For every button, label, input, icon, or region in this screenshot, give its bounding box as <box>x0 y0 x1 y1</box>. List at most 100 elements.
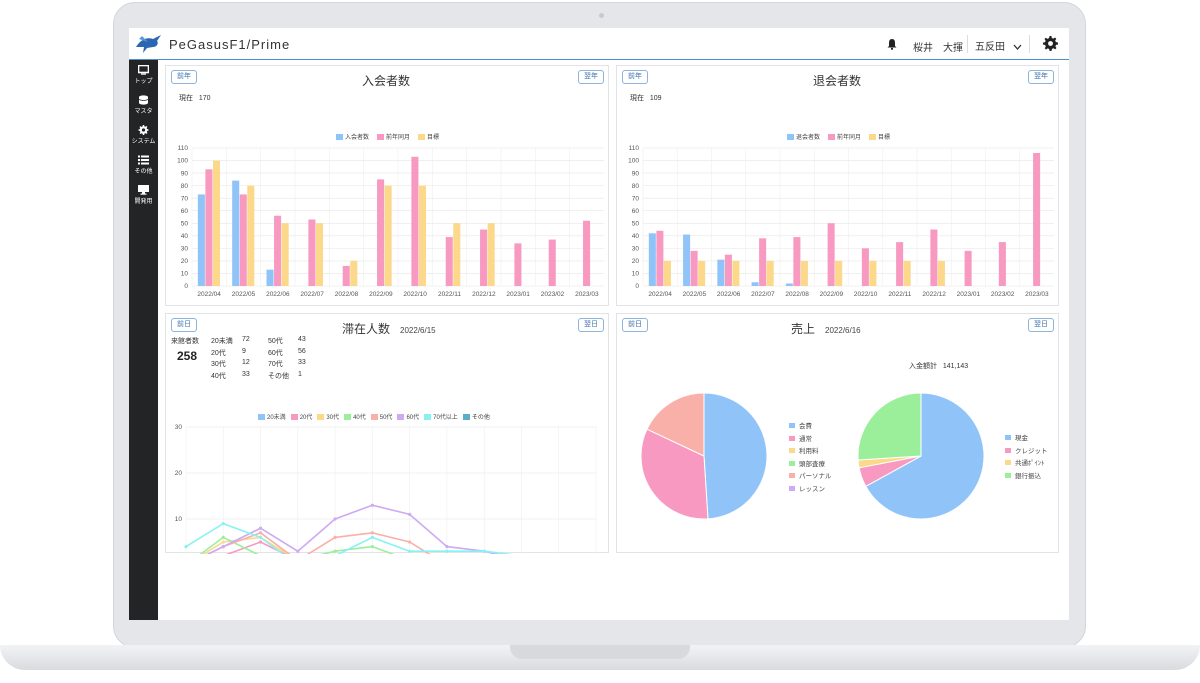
stay-panel: 前日 翌日 滞在人数 2022/6/15 来館者数 258 20未満 72 50代 43… <box>165 313 609 554</box>
store-select-value: 五反田 <box>975 42 1005 53</box>
data-point <box>258 540 263 544</box>
bar <box>583 220 591 286</box>
y-tick-label: 90 <box>181 170 189 177</box>
bar <box>197 194 205 286</box>
y-tick-label: 110 <box>178 145 189 152</box>
app-title: PeGasusF1/Prime <box>169 37 291 52</box>
legend-item[interactable]: 銀行振込 <box>1005 470 1048 483</box>
bar <box>827 223 835 286</box>
x-tick-label: 2023/01 <box>506 291 530 298</box>
y-tick-label: 20 <box>181 258 189 265</box>
x-tick-label: 2022/06 <box>717 291 741 298</box>
bar <box>930 229 938 286</box>
sales-panel: 前日 翌日 売上 2022/6/16 入金額計 141,143 会費 通常 利用料 頭部… <box>616 313 1059 553</box>
data-point <box>370 503 374 507</box>
x-tick-label: 2022/12 <box>472 291 496 298</box>
bar <box>205 169 213 286</box>
y-tick-label: 0 <box>184 283 188 290</box>
bar <box>861 248 869 286</box>
y-tick-label: 110 <box>629 145 640 152</box>
legend-item[interactable]: 通常 <box>789 433 832 446</box>
data-point <box>333 517 337 521</box>
bar <box>487 223 495 286</box>
sidebar-item-top[interactable]: トップ <box>129 63 158 91</box>
plot-area: 0 10 20 30 40 50 60 70 80 90 100 110 2022/04 2022/05 2… <box>628 145 1054 298</box>
sidebar-item-other[interactable]: その他 <box>129 153 158 181</box>
header-divider <box>967 35 968 53</box>
bar <box>411 156 419 286</box>
stay-line-chart: 01020309時10時11時12時13時14時15時16時17時18時19時2… <box>175 424 597 554</box>
legend-label: 共通ﾎﾟｲﾝﾄ <box>1015 460 1045 467</box>
header: PeGasusF1/Prime 桜井 大揮 五反田 <box>129 28 1069 60</box>
legend-item[interactable]: レッスン <box>789 483 832 496</box>
desktop-icon <box>138 185 149 195</box>
pie-slice <box>857 392 922 461</box>
store-select[interactable]: 五反田 <box>975 38 1022 53</box>
legend-item[interactable]: 現金 <box>1005 432 1048 445</box>
bar <box>937 260 945 286</box>
sidebar-item-label: 開発用 <box>134 199 153 205</box>
sidebar-item-master[interactable]: マスタ <box>129 93 158 121</box>
join-bar-chart: 0 10 20 30 40 50 60 70 80 90 100 110 2022/04 2022/05 2… <box>177 145 604 298</box>
bar <box>896 242 904 286</box>
x-tick-label: 2022/04 <box>197 291 221 298</box>
bar <box>690 250 698 286</box>
bar <box>648 233 656 286</box>
bar <box>232 180 240 286</box>
plot-area: 0 10 20 30 40 50 60 70 80 90 100 110 2022/04 2022/05 2… <box>177 145 604 298</box>
x-tick-label: 2022/07 <box>751 291 775 298</box>
data-point <box>370 535 374 539</box>
y-tick-label: 30 <box>175 424 183 431</box>
legend-item[interactable]: 会費 <box>789 420 832 433</box>
x-tick-label: 2022/04 <box>648 291 672 298</box>
legend-label: 銀行振込 <box>1015 472 1041 480</box>
data-point <box>333 549 337 553</box>
x-tick-label: 2022/10 <box>854 291 878 298</box>
bar <box>247 185 255 286</box>
sidebar-item-label: トップ <box>134 79 153 85</box>
legend-item[interactable]: 共通ﾎﾟｲﾝﾄ <box>1005 457 1048 470</box>
bar <box>785 283 793 286</box>
bar <box>384 185 392 286</box>
legend-label: 会費 <box>799 423 812 430</box>
legend-item[interactable]: 利用料 <box>789 445 832 458</box>
x-tick-label: 2023/03 <box>575 291 599 298</box>
bar <box>683 234 691 286</box>
sidebar-item-system[interactable]: システム <box>129 123 158 151</box>
x-tick-label: 2022/08 <box>785 291 809 298</box>
data-point <box>221 545 225 549</box>
bar <box>793 237 801 286</box>
data-point <box>258 531 263 535</box>
camera-icon <box>599 13 604 18</box>
legend-item[interactable]: クレジット <box>1005 445 1048 458</box>
data-point <box>445 545 449 549</box>
bar <box>418 185 426 286</box>
y-tick-label: 70 <box>181 195 189 202</box>
bar <box>698 260 706 286</box>
laptop-notch <box>510 645 690 659</box>
bell-icon[interactable] <box>886 38 898 50</box>
legend-label: 現金 <box>1015 435 1028 442</box>
sidebar-item-dev[interactable]: 開発用 <box>129 183 158 211</box>
data-point <box>333 535 337 539</box>
legend-item[interactable]: パーソナル <box>789 470 832 483</box>
y-tick-label: 20 <box>632 258 640 265</box>
plot-area: 01020309時10時11時12時13時14時15時16時17時18時19時2… <box>175 424 597 554</box>
pie-slice <box>703 392 768 520</box>
bar <box>869 260 877 286</box>
data-point <box>296 549 300 553</box>
x-tick-label: 2022/06 <box>266 291 290 298</box>
bar <box>663 260 671 286</box>
legend-swatch <box>789 485 795 491</box>
y-tick-label: 10 <box>175 516 183 523</box>
bar <box>342 265 350 286</box>
series-line <box>206 531 431 554</box>
x-tick-label: 2023/01 <box>957 291 981 298</box>
bar <box>274 215 282 286</box>
leave-panel: 前年 翌年 退会者数 現在 109 退会者数 前年同月 目標 0 10 20 30 40 50… <box>616 65 1059 306</box>
legend-item[interactable]: 頭部査療 <box>789 458 832 471</box>
x-tick-label: 2022/11 <box>438 291 461 298</box>
series-line <box>199 536 395 554</box>
settings-gear-icon[interactable] <box>1043 36 1058 51</box>
bar <box>724 254 732 286</box>
